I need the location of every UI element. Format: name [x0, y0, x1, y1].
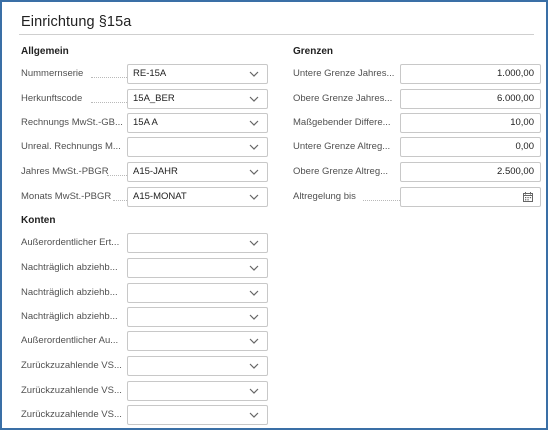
chevron-down-icon[interactable]: [249, 95, 259, 103]
field-row-obere-grenze-altreg: Obere Grenze Altreg... 2.500,00: [293, 162, 541, 182]
jahres-mwst-pbgr-select[interactable]: A15-JAHR: [127, 162, 268, 182]
herkunftscode-select[interactable]: 15A_BER: [127, 89, 268, 109]
konto-select-1[interactable]: [127, 233, 268, 253]
field-row-konto-7: Zurückzuzahlende VS...: [21, 381, 268, 401]
field-caption: Nachträglich abziehb...: [21, 287, 118, 298]
field-row-konto-3: Nachträglich abziehb...: [21, 283, 268, 303]
field-row-konto-8: Zurückzuzahlende VS...: [21, 405, 268, 425]
chevron-down-icon[interactable]: [249, 411, 259, 419]
field-caption: Nummernserie: [21, 68, 84, 79]
chevron-down-icon[interactable]: [249, 143, 259, 151]
field-caption: Außerordentlicher Au...: [21, 335, 119, 346]
field-caption: Maßgebender Differe...: [293, 117, 391, 128]
rechnungs-mwst-gb-select[interactable]: 15A A: [127, 113, 268, 133]
field-row-nummernserie: Nummernserie RE-15A: [21, 64, 268, 84]
field-row-konto-4: Nachträglich abziehb...: [21, 307, 268, 327]
field-row-jahres-mwst-pbgr: Jahres MwSt.-PBGR A15-JAHR: [21, 162, 268, 182]
field-row-konto-1: Außerordentlicher Ert...: [21, 233, 268, 253]
chevron-down-icon[interactable]: [249, 362, 259, 370]
field-row-konto-6: Zurückzuzahlende VS...: [21, 356, 268, 376]
massgebender-differenz-input[interactable]: 10,00: [400, 113, 541, 133]
chevron-down-icon[interactable]: [249, 264, 259, 272]
page-title: Einrichtung §15a: [21, 14, 132, 30]
chevron-down-icon[interactable]: [249, 193, 259, 201]
field-caption: Jahres MwSt.-PBGR: [21, 166, 109, 177]
field-row-konto-2: Nachträglich abziehb...: [21, 258, 268, 278]
field-caption: Rechnungs MwSt.-GB...: [21, 117, 123, 128]
field-caption: Zurückzuzahlende VS...: [21, 385, 122, 396]
field-caption: Obere Grenze Altreg...: [293, 166, 389, 177]
field-row-unreal-rechnungs: Unreal. Rechnungs M...: [21, 137, 268, 157]
chevron-down-icon[interactable]: [249, 289, 259, 297]
chevron-down-icon[interactable]: [249, 70, 259, 78]
chevron-down-icon[interactable]: [249, 119, 259, 127]
nummernserie-select[interactable]: RE-15A: [127, 64, 268, 84]
calendar-icon[interactable]: [523, 192, 533, 202]
untere-grenze-altreg-input[interactable]: 0,00: [400, 137, 541, 157]
chevron-down-icon[interactable]: [249, 168, 259, 176]
field-row-obere-grenze-jahres: Obere Grenze Jahres... 6.000,00: [293, 89, 541, 109]
section-title-konten: Konten: [21, 215, 56, 226]
konto-select-5[interactable]: [127, 331, 268, 351]
field-caption: Herkunftscode: [21, 93, 83, 104]
field-caption: Zurückzuzahlende VS...: [21, 409, 122, 420]
konto-select-3[interactable]: [127, 283, 268, 303]
obere-grenze-jahres-input[interactable]: 6.000,00: [400, 89, 541, 109]
chevron-down-icon[interactable]: [249, 337, 259, 345]
chevron-down-icon[interactable]: [249, 313, 259, 321]
untere-grenze-jahres-input[interactable]: 1.000,00: [400, 64, 541, 84]
obere-grenze-altreg-input[interactable]: 2.500,00: [400, 162, 541, 182]
field-row-monats-mwst-pbgr: Monats MwSt.-PBGR A15-MONAT: [21, 187, 268, 207]
field-caption: Zurückzuzahlende VS...: [21, 360, 122, 371]
monats-mwst-pbgr-select[interactable]: A15-MONAT: [127, 187, 268, 207]
altregelung-bis-date-input[interactable]: [400, 187, 541, 207]
title-divider: [19, 34, 534, 35]
field-row-rechnungs-mwst-gb: Rechnungs MwSt.-GB... 15A A: [21, 113, 268, 133]
field-caption: Altregelung bis: [293, 191, 356, 202]
section-title-allgemein: Allgemein: [21, 46, 69, 57]
field-row-massgebender-differenz: Maßgebender Differe... 10,00: [293, 113, 541, 133]
field-caption: Nachträglich abziehb...: [21, 262, 118, 273]
field-row-herkunftscode: Herkunftscode 15A_BER: [21, 89, 268, 109]
konto-select-8[interactable]: [127, 405, 268, 425]
unreal-rechnungs-select[interactable]: [127, 137, 268, 157]
konto-select-6[interactable]: [127, 356, 268, 376]
section-title-grenzen: Grenzen: [293, 46, 334, 57]
field-caption: Untere Grenze Jahres...: [293, 68, 395, 79]
konto-select-2[interactable]: [127, 258, 268, 278]
field-caption: Obere Grenze Jahres...: [293, 93, 393, 104]
field-row-untere-grenze-jahres: Untere Grenze Jahres... 1.000,00: [293, 64, 541, 84]
field-row-untere-grenze-altreg: Untere Grenze Altreg... 0,00: [293, 137, 541, 157]
field-caption: Außerordentlicher Ert...: [21, 237, 120, 248]
field-caption: Nachträglich abziehb...: [21, 311, 118, 322]
page-frame: Einrichtung §15a Allgemein Nummernserie …: [0, 0, 548, 430]
field-row-altregelung-bis: Altregelung bis: [293, 187, 541, 207]
field-caption: Unreal. Rechnungs M...: [21, 141, 121, 152]
konto-select-4[interactable]: [127, 307, 268, 327]
field-caption: Monats MwSt.-PBGR: [21, 191, 112, 202]
chevron-down-icon[interactable]: [249, 239, 259, 247]
konto-select-7[interactable]: [127, 381, 268, 401]
field-row-konto-5: Außerordentlicher Au...: [21, 331, 268, 351]
field-caption: Untere Grenze Altreg...: [293, 141, 391, 152]
chevron-down-icon[interactable]: [249, 387, 259, 395]
